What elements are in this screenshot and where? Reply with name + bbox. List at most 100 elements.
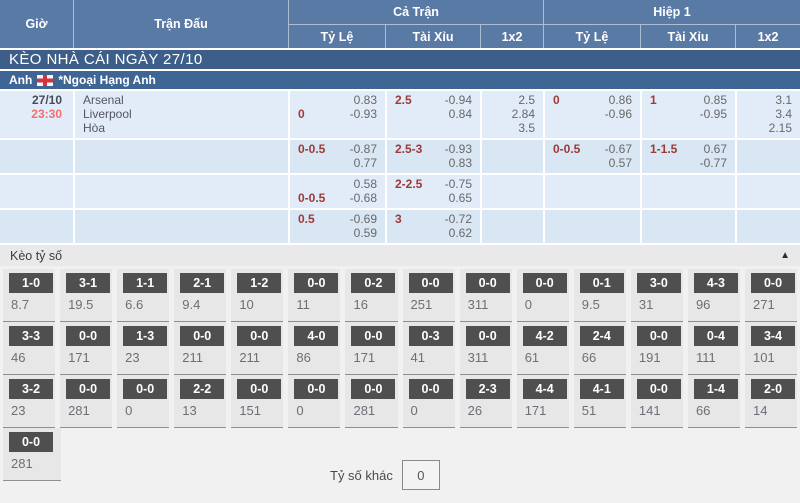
- score-bet-cell[interactable]: 0-00: [288, 375, 340, 428]
- score-odds-value: 6.6: [123, 297, 169, 312]
- score-bet-cell[interactable]: 3-346: [3, 322, 55, 375]
- score-bet-cell[interactable]: 0-0251: [403, 269, 455, 322]
- score-bet-cell[interactable]: 1-466: [688, 375, 740, 428]
- other-score-input[interactable]: 0: [402, 460, 440, 490]
- score-bet-cell[interactable]: 2-213: [174, 375, 226, 428]
- score-bet-cell[interactable]: 0-00: [517, 269, 569, 322]
- score-bet-cell[interactable]: 3-119.5: [60, 269, 112, 322]
- odds-cell-h1-taixiu: 10.85-0.95: [640, 91, 735, 138]
- score-bet-cell[interactable]: 0-0271: [745, 269, 797, 322]
- score-bet-cell[interactable]: 0-341: [403, 322, 455, 375]
- score-bet-cell[interactable]: 4-151: [574, 375, 626, 428]
- score-odds-value: 171: [351, 350, 397, 365]
- score-bet-cell[interactable]: 3-4101: [745, 322, 797, 375]
- odds-value[interactable]: -0.72: [445, 212, 472, 226]
- odds-value[interactable]: -0.68: [350, 191, 377, 205]
- score-bet-cell[interactable]: 4-261: [517, 322, 569, 375]
- score-bet-cell[interactable]: 0-19.5: [574, 269, 626, 322]
- score-bet-cell[interactable]: 0-0141: [631, 375, 683, 428]
- odds-value[interactable]: 0.62: [449, 226, 472, 240]
- odds-row: 0.5-0.690.59 3 -0.720.62: [0, 208, 800, 243]
- odds-value[interactable]: -0.87: [350, 142, 377, 156]
- odds-value[interactable]: -0.94: [445, 93, 472, 107]
- score-bet-cell[interactable]: 2-466: [574, 322, 626, 375]
- score-bet-cell[interactable]: 0-00: [403, 375, 455, 428]
- score-bet-cell[interactable]: 0-0151: [231, 375, 283, 428]
- score-bet-cell[interactable]: 0-216: [345, 269, 397, 322]
- score-bet-cell[interactable]: 0-0191: [631, 322, 683, 375]
- score-bet-cell[interactable]: 1-210: [231, 269, 283, 322]
- odds-line: 2.5: [490, 93, 535, 107]
- odds-cell-h1-tyle: 00.86-0.96: [543, 91, 640, 138]
- odds-line: 10.85: [650, 93, 727, 107]
- score-bet-cell[interactable]: 4-4171: [517, 375, 569, 428]
- odds-value[interactable]: 3.5: [518, 121, 535, 135]
- league-bar[interactable]: Anh *Ngoại Hạng Anh: [0, 71, 800, 89]
- score-bet-cell[interactable]: 0-0311: [460, 322, 512, 375]
- odds-value[interactable]: 0.57: [609, 156, 632, 170]
- score-bet-cell[interactable]: 0-4111: [688, 322, 740, 375]
- odds-value[interactable]: -0.96: [605, 107, 632, 121]
- odds-value[interactable]: 0.67: [704, 142, 727, 156]
- handicap-label: 0-0.5: [298, 191, 325, 205]
- teams-cell[interactable]: ArsenalLiverpoolHòa: [73, 91, 288, 138]
- score-bet-cell[interactable]: 0-0281: [3, 428, 61, 481]
- odds-value[interactable]: 0.77: [354, 156, 377, 170]
- score-label: 3-3: [9, 326, 53, 346]
- score-bet-cell[interactable]: 3-031: [631, 269, 683, 322]
- odds-value[interactable]: 3.1: [775, 93, 792, 107]
- score-bet-cell[interactable]: 2-326: [460, 375, 512, 428]
- score-bet-cell[interactable]: 0-0211: [231, 322, 283, 375]
- score-bet-cell[interactable]: 4-396: [688, 269, 740, 322]
- odds-value[interactable]: 0.65: [449, 191, 472, 205]
- score-bet-cell[interactable]: 1-08.7: [3, 269, 55, 322]
- handicap-label: 3: [395, 212, 402, 226]
- score-bet-cell[interactable]: 1-16.6: [117, 269, 169, 322]
- score-label: 0-1: [580, 273, 624, 293]
- collapse-arrow-icon[interactable]: ▲: [780, 250, 790, 261]
- column-group-first-half: Hiệp 1: [543, 0, 800, 24]
- odds-value[interactable]: 0.59: [354, 226, 377, 240]
- score-bet-cell[interactable]: 4-086: [288, 322, 340, 375]
- score-bet-cell[interactable]: 0-0311: [460, 269, 512, 322]
- score-bet-cell[interactable]: 0-0171: [345, 322, 397, 375]
- correct-score-header[interactable]: Kèo tỷ số ▲: [0, 245, 800, 266]
- score-bet-cell[interactable]: 2-19.4: [174, 269, 226, 322]
- odds-value[interactable]: -0.77: [700, 156, 727, 170]
- odds-value[interactable]: -0.69: [350, 212, 377, 226]
- score-bet-cell[interactable]: 0-0171: [60, 322, 112, 375]
- score-odds-value: 31: [637, 297, 683, 312]
- odds-value[interactable]: 0.58: [354, 177, 377, 191]
- odds-value[interactable]: -0.93: [445, 142, 472, 156]
- odds-value[interactable]: -0.95: [700, 107, 727, 121]
- odds-value[interactable]: 2.15: [769, 121, 792, 135]
- score-bet-cell[interactable]: 2-014: [745, 375, 797, 428]
- teams-cell: [73, 140, 288, 173]
- column-header-h1-1x2: 1x2: [735, 24, 800, 48]
- score-bet-cell[interactable]: 0-0211: [174, 322, 226, 375]
- odds-value[interactable]: -0.67: [605, 142, 632, 156]
- correct-score-grid: 1-08.73-119.51-16.62-19.41-2100-0110-216…: [0, 266, 800, 481]
- score-bet-cell[interactable]: 0-0281: [345, 375, 397, 428]
- odds-value[interactable]: 0.85: [704, 93, 727, 107]
- score-bet-cell[interactable]: 0-0281: [60, 375, 112, 428]
- score-bet-cell[interactable]: 0-00: [117, 375, 169, 428]
- score-row: 3-2230-02810-002-2130-01510-000-02810-00…: [3, 375, 797, 428]
- league-country: Anh: [9, 73, 32, 87]
- score-bet-cell[interactable]: 1-323: [117, 322, 169, 375]
- odds-value[interactable]: 0.84: [449, 107, 472, 121]
- odds-cell-ct-tyle: 0.5-0.690.59: [288, 210, 385, 243]
- odds-value[interactable]: 0.83: [449, 156, 472, 170]
- odds-value[interactable]: 3.4: [775, 107, 792, 121]
- odds-value[interactable]: 0.86: [609, 93, 632, 107]
- odds-cell-ct-taixiu: 2.5-3-0.930.83: [385, 140, 480, 173]
- score-odds-value: 171: [66, 350, 112, 365]
- odds-value[interactable]: -0.75: [445, 177, 472, 191]
- score-bet-cell[interactable]: 0-011: [288, 269, 340, 322]
- score-bet-cell[interactable]: 3-223: [3, 375, 55, 428]
- odds-value[interactable]: 0.83: [354, 93, 377, 107]
- odds-value[interactable]: 2.84: [512, 107, 535, 121]
- score-label: 4-3: [694, 273, 738, 293]
- odds-value[interactable]: -0.93: [350, 107, 377, 121]
- odds-value[interactable]: 2.5: [518, 93, 535, 107]
